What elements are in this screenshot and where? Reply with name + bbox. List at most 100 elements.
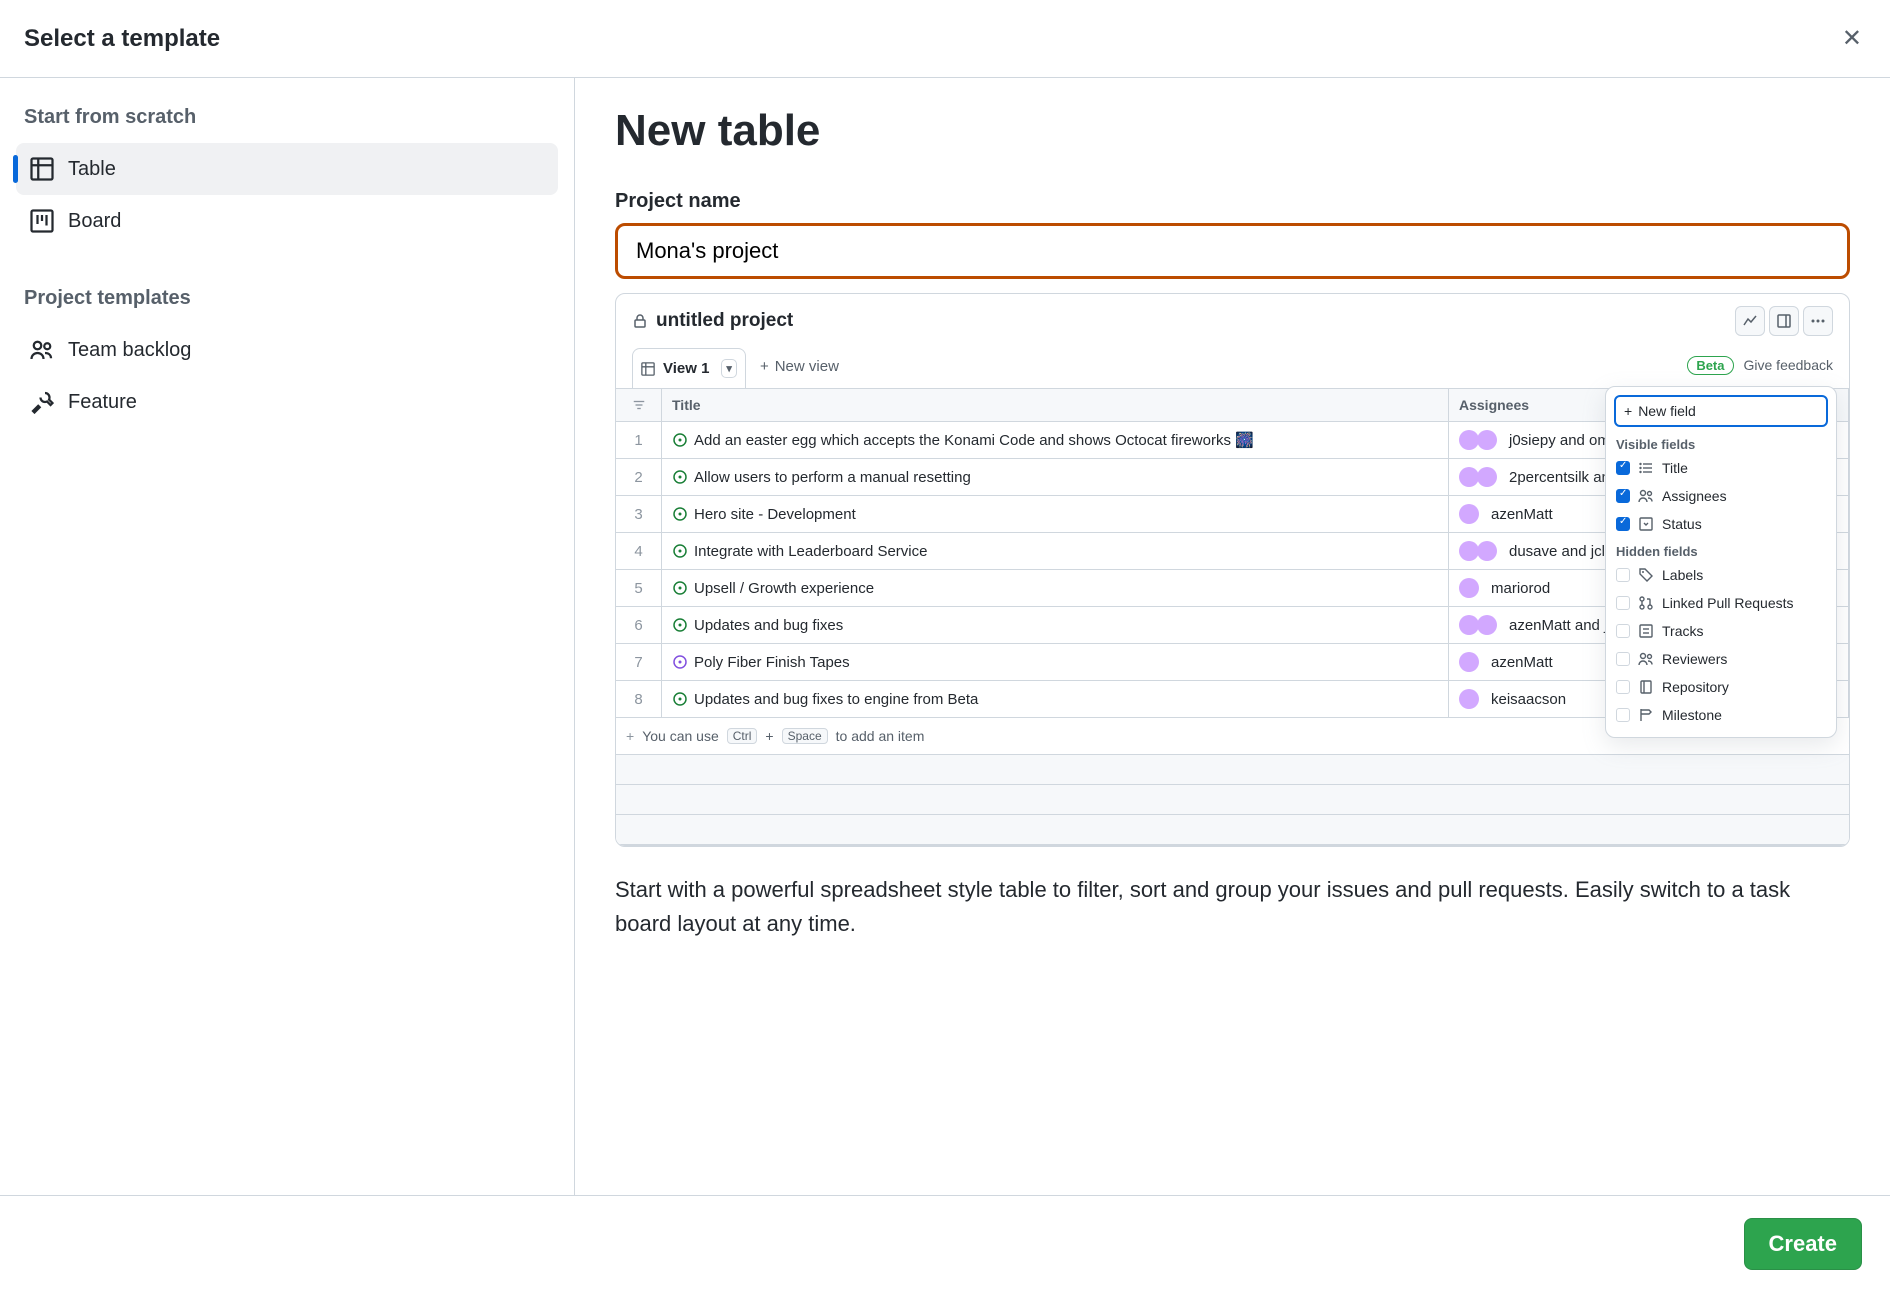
new-view-button[interactable]: New view <box>760 358 839 379</box>
issue-closed-icon <box>672 654 688 670</box>
sidebar-item-table[interactable]: Table <box>16 143 558 195</box>
field-toggle[interactable]: Status <box>1614 510 1828 538</box>
sidebar-item-team-backlog[interactable]: Team backlog <box>16 324 558 376</box>
add-row-suffix: to add an item <box>836 728 925 744</box>
people-icon <box>1638 488 1654 504</box>
avatar <box>1459 541 1479 561</box>
beta-badge: Beta <box>1687 356 1733 375</box>
sidebar-item-feature[interactable]: Feature <box>16 376 558 428</box>
row-title[interactable]: Upsell / Growth experience <box>662 570 1449 607</box>
table-icon <box>30 157 54 181</box>
new-field-label: New field <box>1638 403 1696 419</box>
people-icon <box>30 338 54 362</box>
row-number: 7 <box>616 644 662 681</box>
row-title[interactable]: Updates and bug fixes to engine from Bet… <box>662 681 1449 718</box>
row-title[interactable]: Updates and bug fixes <box>662 607 1449 644</box>
kbd-space: Space <box>782 728 828 744</box>
repo-icon <box>1638 679 1654 695</box>
kbd-plus: + <box>765 728 773 744</box>
board-icon <box>30 209 54 233</box>
field-label: Repository <box>1662 679 1729 695</box>
select-icon <box>1638 516 1654 532</box>
view-tab-label: View 1 <box>663 360 709 377</box>
sidebar-item-label: Board <box>68 210 121 233</box>
field-label: Tracks <box>1662 623 1703 639</box>
visible-fields-title: Visible fields <box>1616 437 1826 452</box>
sidebar-section-scratch: Start from scratch <box>16 100 558 143</box>
checkbox-icon <box>1616 652 1630 666</box>
row-title[interactable]: Add an easter egg which accepts the Kona… <box>662 422 1449 459</box>
sidebar-item-board[interactable]: Board <box>16 195 558 247</box>
new-field-button[interactable]: + New field <box>1614 395 1828 427</box>
row-title[interactable]: Integrate with Leaderboard Service <box>662 533 1449 570</box>
add-row-prefix: You can use <box>642 728 719 744</box>
field-toggle[interactable]: Labels <box>1614 561 1828 589</box>
sidebar-item-label: Table <box>68 158 116 181</box>
close-icon[interactable]: ✕ <box>1842 24 1862 53</box>
avatar <box>1459 467 1479 487</box>
row-number: 4 <box>616 533 662 570</box>
sidebar-item-label: Feature <box>68 391 137 414</box>
insights-icon[interactable] <box>1735 306 1765 336</box>
view-tab[interactable]: View 1 ▾ <box>632 348 746 388</box>
avatar <box>1459 578 1479 598</box>
avatar <box>1459 430 1479 450</box>
row-number: 2 <box>616 459 662 496</box>
field-toggle[interactable]: Tracks <box>1614 617 1828 645</box>
page-title: New table <box>615 106 1850 156</box>
create-button[interactable]: Create <box>1744 1218 1862 1270</box>
checkbox-icon <box>1616 517 1630 531</box>
checkbox-icon <box>1616 461 1630 475</box>
issue-open-icon <box>672 469 688 485</box>
issue-open-icon <box>672 432 688 448</box>
checkbox-icon <box>1616 568 1630 582</box>
filter-icon[interactable] <box>632 398 646 412</box>
row-title[interactable]: Poly Fiber Finish Tapes <box>662 644 1449 681</box>
field-label: Linked Pull Requests <box>1662 595 1794 611</box>
panel-icon[interactable] <box>1769 306 1799 336</box>
plus-icon: + <box>626 728 634 744</box>
template-preview: untitled project View 1 ▾ <box>615 293 1850 847</box>
row-number: 5 <box>616 570 662 607</box>
hidden-fields-title: Hidden fields <box>1616 544 1826 559</box>
field-config-popover: + New field Visible fields Title Assignee… <box>1605 386 1837 738</box>
field-label: Labels <box>1662 567 1703 583</box>
tracks-icon <box>1638 623 1654 639</box>
feedback-link[interactable]: Give feedback <box>1744 357 1834 373</box>
checkbox-icon <box>1616 624 1630 638</box>
avatar <box>1477 615 1497 635</box>
field-label: Reviewers <box>1662 651 1727 667</box>
row-number: 1 <box>616 422 662 459</box>
checkbox-icon <box>1616 489 1630 503</box>
field-toggle[interactable]: Reviewers <box>1614 645 1828 673</box>
sidebar-section-templates: Project templates <box>16 281 558 324</box>
column-title[interactable]: Title <box>662 389 1449 422</box>
checkbox-icon <box>1616 596 1630 610</box>
field-toggle[interactable]: Linked Pull Requests <box>1614 589 1828 617</box>
chevron-down-icon[interactable]: ▾ <box>721 359 737 378</box>
avatar <box>1459 615 1479 635</box>
field-label: Assignees <box>1662 488 1727 504</box>
field-label: Title <box>1662 460 1688 476</box>
checkbox-icon <box>1616 680 1630 694</box>
row-number: 6 <box>616 607 662 644</box>
project-name-input[interactable] <box>615 223 1850 279</box>
field-label: Status <box>1662 516 1702 532</box>
row-title[interactable]: Allow users to perform a manual resettin… <box>662 459 1449 496</box>
kebab-icon[interactable] <box>1803 306 1833 336</box>
field-label: Milestone <box>1662 707 1722 723</box>
field-toggle[interactable]: Repository <box>1614 673 1828 701</box>
issue-open-icon <box>672 506 688 522</box>
field-toggle[interactable]: Milestone <box>1614 701 1828 729</box>
list-icon <box>1638 460 1654 476</box>
issue-open-icon <box>672 580 688 596</box>
plus-icon: + <box>1624 403 1632 419</box>
avatar <box>1459 504 1479 524</box>
avatar <box>1477 541 1497 561</box>
pr-icon <box>1638 595 1654 611</box>
row-title[interactable]: Hero site - Development <box>662 496 1449 533</box>
checkbox-icon <box>1616 708 1630 722</box>
field-toggle[interactable]: Assignees <box>1614 482 1828 510</box>
field-toggle[interactable]: Title <box>1614 454 1828 482</box>
issue-open-icon <box>672 691 688 707</box>
